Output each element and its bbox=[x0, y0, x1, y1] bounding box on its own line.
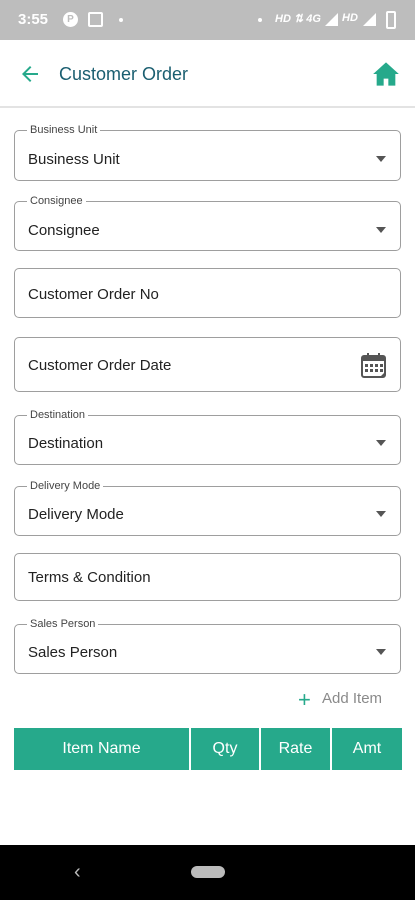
calendar-icon[interactable] bbox=[360, 351, 388, 379]
customer-order-no-placeholder: Customer Order No bbox=[28, 286, 159, 303]
sales-person-legend: Sales Person bbox=[27, 618, 99, 630]
column-header-qty: Qty bbox=[191, 728, 261, 770]
plus-icon: + bbox=[298, 687, 311, 712]
nav-home-pill[interactable] bbox=[191, 866, 225, 878]
consignee-value: Consignee bbox=[28, 222, 100, 239]
status-bar: 3:55 P HD ⇅ 4G HD bbox=[0, 0, 415, 40]
column-header-amt: Amt bbox=[332, 728, 402, 770]
consignee-dropdown[interactable]: Consignee Consignee bbox=[14, 195, 401, 251]
app-bar: Customer Order bbox=[0, 40, 415, 108]
customer-order-date-placeholder: Customer Order Date bbox=[28, 357, 172, 374]
business-unit-dropdown[interactable]: Business Unit Business Unit bbox=[14, 124, 401, 181]
sales-person-value: Sales Person bbox=[28, 644, 118, 661]
notification-icon-2 bbox=[88, 12, 103, 27]
dropdown-caret-icon bbox=[376, 440, 386, 446]
business-unit-legend: Business Unit bbox=[27, 124, 101, 136]
customer-order-date-input[interactable]: Customer Order Date bbox=[14, 337, 401, 392]
page-title: Customer Order bbox=[59, 64, 189, 84]
signal-icon bbox=[325, 13, 338, 26]
nav-back-icon[interactable]: ‹ bbox=[74, 861, 81, 884]
terms-condition-input[interactable]: Terms & Condition bbox=[14, 553, 401, 601]
status-time: 3:55 bbox=[18, 11, 49, 28]
home-icon[interactable] bbox=[372, 61, 400, 87]
delivery-mode-legend: Delivery Mode bbox=[27, 480, 104, 492]
column-header-item-name: Item Name bbox=[14, 728, 191, 770]
network-indicator-2: HD bbox=[342, 12, 358, 24]
destination-legend: Destination bbox=[27, 409, 89, 421]
dropdown-caret-icon bbox=[376, 227, 386, 233]
delivery-mode-dropdown[interactable]: Delivery Mode Delivery Mode bbox=[14, 480, 401, 536]
status-dot-icon bbox=[258, 18, 262, 22]
add-item-label: Add Item bbox=[322, 690, 383, 707]
back-arrow-icon[interactable] bbox=[18, 62, 42, 86]
delivery-mode-value: Delivery Mode bbox=[28, 506, 124, 523]
notification-dot-icon bbox=[119, 18, 123, 22]
business-unit-value: Business Unit bbox=[28, 151, 120, 168]
dropdown-caret-icon bbox=[376, 649, 386, 655]
network-indicator: HD ⇅ 4G bbox=[275, 13, 321, 25]
dropdown-caret-icon bbox=[376, 511, 386, 517]
destination-value: Destination bbox=[28, 435, 104, 452]
destination-dropdown[interactable]: Destination Destination bbox=[14, 409, 401, 465]
notification-icon: P bbox=[63, 12, 78, 27]
items-table-header: Item Name Qty Rate Amt bbox=[14, 728, 402, 770]
system-nav-bar: ‹ bbox=[0, 845, 415, 900]
dropdown-caret-icon bbox=[376, 156, 386, 162]
customer-order-no-input[interactable]: Customer Order No bbox=[14, 268, 401, 318]
consignee-legend: Consignee bbox=[27, 195, 86, 207]
terms-condition-placeholder: Terms & Condition bbox=[28, 569, 151, 586]
sales-person-dropdown[interactable]: Sales Person Sales Person bbox=[14, 618, 401, 674]
column-header-rate: Rate bbox=[261, 728, 332, 770]
battery-icon bbox=[386, 11, 396, 29]
signal-icon-2 bbox=[363, 13, 376, 26]
